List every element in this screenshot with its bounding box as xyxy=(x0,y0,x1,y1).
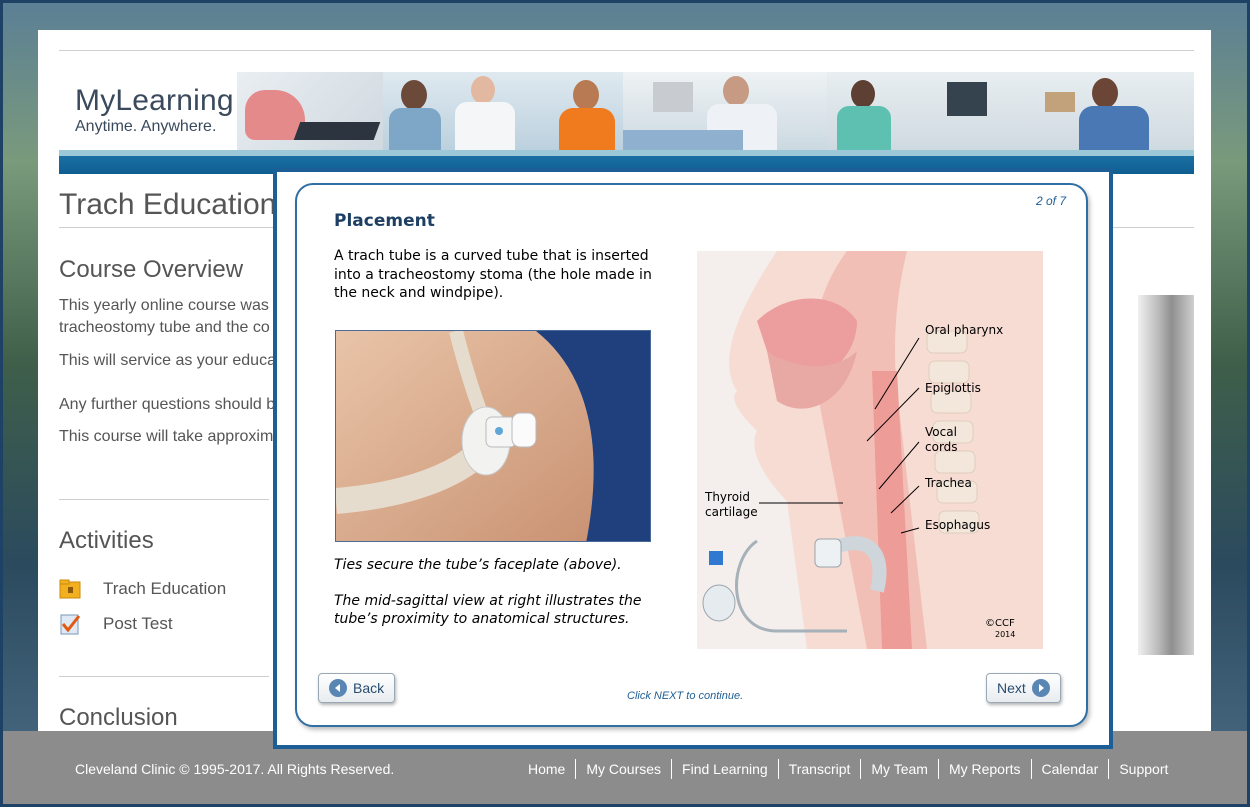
label-vocal: Vocal xyxy=(925,425,957,439)
copyright-text: Cleveland Clinic © 1995-2017. All Rights… xyxy=(75,761,395,777)
label-esophagus: Esophagus xyxy=(925,518,991,532)
footer-link-find-learning[interactable]: Find Learning xyxy=(671,759,778,779)
side-photo-hospital xyxy=(1138,295,1194,655)
slide-card: 2 of 7 Placement A trach tube is a curve… xyxy=(295,183,1088,727)
footer-link-my-courses[interactable]: My Courses xyxy=(575,759,671,779)
banner-photo-doctors xyxy=(383,72,623,156)
copyright-year: 2014 xyxy=(995,630,1016,639)
slide-counter: 2 of 7 xyxy=(1035,194,1066,208)
footer-link-calendar[interactable]: Calendar xyxy=(1030,759,1109,779)
footer-link-transcript[interactable]: Transcript xyxy=(777,759,861,779)
back-label: Back xyxy=(353,680,385,696)
continue-hint: Click NEXT to continue. xyxy=(627,690,744,702)
label-cartilage: cartilage xyxy=(705,505,758,519)
anatomy-illustration: Oral pharynx Epiglottis Vocal cords Trac… xyxy=(697,251,1043,649)
label-trachea: Trachea xyxy=(925,476,972,490)
overview-line: This will service as your educa xyxy=(59,352,274,369)
back-arrow-icon xyxy=(329,679,347,697)
label-thyroid: Thyroid xyxy=(705,490,750,504)
next-arrow-icon xyxy=(1031,679,1050,697)
brand-title: MyLearning xyxy=(75,84,234,117)
footer-link-my-reports[interactable]: My Reports xyxy=(937,759,1031,779)
header-banner: MyLearning Anytime. Anywhere. xyxy=(59,72,1194,174)
label-cords: cords xyxy=(925,440,958,454)
overview-line: This course will take approxim xyxy=(59,428,274,445)
top-divider xyxy=(59,50,1194,51)
footer-nav: Home My Courses Find Learning Transcript… xyxy=(518,759,1178,779)
trach-tube-photo xyxy=(335,330,651,542)
next-button[interactable]: Next xyxy=(986,673,1061,703)
conclusion-heading: Conclusion xyxy=(59,704,178,731)
activity-label: Trach Education xyxy=(103,579,227,598)
folder-icon xyxy=(59,578,81,600)
footer-link-my-team[interactable]: My Team xyxy=(860,759,938,779)
activities-heading: Activities xyxy=(59,527,154,554)
next-label: Next xyxy=(997,680,1026,696)
page-title: Trach Education xyxy=(59,188,277,221)
activity-post-test[interactable]: Post Test xyxy=(59,613,173,635)
course-overview-heading: Course Overview xyxy=(59,256,244,283)
lesson-modal: 2 of 7 Placement A trach tube is a curve… xyxy=(273,168,1113,749)
slide-intro: A trach tube is a curved tube that is in… xyxy=(334,248,652,301)
banner-photo-keyboard xyxy=(237,72,383,156)
banner-photo-patient xyxy=(623,72,827,156)
label-epiglottis: Epiglottis xyxy=(925,381,981,395)
brand-subtitle: Anytime. Anywhere. xyxy=(75,118,217,135)
anatomy-caption: The mid-sagittal view at right illustrat… xyxy=(334,593,642,627)
activity-trach-education[interactable]: Trach Education xyxy=(59,578,226,600)
overview-line: Any further questions should b xyxy=(59,396,274,413)
footer-link-support[interactable]: Support xyxy=(1108,759,1178,779)
checklist-icon xyxy=(59,613,81,635)
slide-title: Placement xyxy=(334,211,435,231)
overview-line: tracheostomy tube and the co xyxy=(59,319,270,336)
footer-link-home[interactable]: Home xyxy=(518,759,575,779)
back-button[interactable]: Back xyxy=(318,673,396,703)
activity-label: Post Test xyxy=(103,614,173,633)
section-divider xyxy=(59,499,269,500)
label-oral-pharynx: Oral pharynx xyxy=(925,323,1004,337)
banner-photo-nurses xyxy=(827,72,1194,156)
section-divider xyxy=(59,676,269,677)
overview-line: This yearly online course was xyxy=(59,297,269,314)
photo-caption: Ties secure the tube’s faceplate (above)… xyxy=(334,557,622,573)
